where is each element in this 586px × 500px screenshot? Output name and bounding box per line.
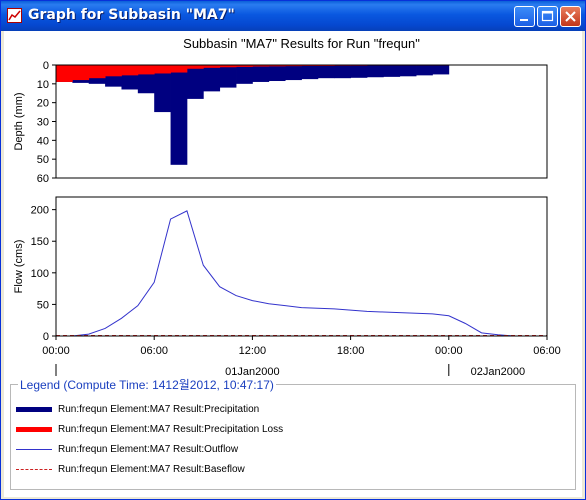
flow-panel-frame: [55, 196, 548, 337]
precipitation-bar: [236, 65, 253, 84]
title-bar[interactable]: Graph for Subbasin "MA7": [1, 1, 585, 31]
chart-title: Subbasin "MA7" Results for Run "frequn": [183, 36, 420, 51]
depth-tick-label: 40: [37, 135, 49, 147]
depth-tick-label: 60: [37, 173, 49, 185]
precipitation-bar: [317, 65, 335, 79]
flow-tick-label: 0: [43, 331, 49, 343]
precipitation-bar: [203, 65, 221, 92]
date-label: 02Jan2000: [471, 366, 525, 376]
legend-label: Run:frequn Element:MA7 Result:Outflow: [58, 444, 239, 455]
precipitation-bar: [383, 65, 401, 77]
minimize-icon: [520, 19, 528, 21]
time-tick-label: 00:00: [435, 345, 463, 357]
legend-title: Legend (Compute Time: 1412월2012, 10:47:1…: [18, 376, 276, 393]
precipitation-swatch: [16, 407, 52, 412]
depth-tick-label: 30: [37, 117, 49, 129]
precipitation-bar: [285, 65, 302, 81]
precipitation-loss-bar: [186, 65, 204, 69]
baseflow-swatch: [16, 469, 52, 470]
time-tick-label: 00:00: [42, 345, 70, 357]
app-graph-icon: [7, 8, 22, 23]
date-label: 01Jan2000: [225, 366, 279, 376]
close-icon: [565, 11, 576, 22]
depth-tick-label: 0: [43, 60, 49, 72]
precipitation-loss-bar: [72, 65, 90, 81]
minimize-button[interactable]: [514, 6, 535, 27]
depth-tick-label: 10: [37, 79, 49, 91]
precipitation-bar: [416, 65, 433, 76]
time-tick-label: 06:00: [533, 345, 561, 357]
time-tick-label: 12:00: [239, 345, 267, 357]
precipitation-bar: [186, 65, 204, 99]
flow-tick-label: 100: [31, 268, 49, 280]
precipitation-loss-bar: [154, 65, 171, 74]
precipitation-bar: [301, 65, 319, 80]
precipitation-bar: [170, 65, 188, 165]
chart-area: Subbasin "MA7" Results for Run "frequn" 0…: [4, 31, 582, 497]
precipitation-loss-bar: [121, 65, 139, 76]
flow-tick-label: 200: [31, 205, 49, 217]
precipitation-loss-bar: [170, 65, 188, 73]
precipitation-bar: [399, 65, 417, 77]
depth-tick-label: 20: [37, 98, 49, 110]
precipitation-loss-bar: [56, 65, 73, 82]
precipitation-bar: [268, 65, 286, 82]
maximize-icon: [541, 10, 554, 22]
graph-window: Graph for Subbasin "MA7" Subbasin "MA7" …: [0, 0, 586, 500]
legend-label: Run:frequn Element:MA7 Result:Baseflow: [58, 464, 245, 475]
precipitation-bar: [432, 65, 450, 75]
precipitation-loss-swatch: [16, 427, 52, 432]
results-chart: Subbasin "MA7" Results for Run "frequn" 0…: [13, 36, 561, 376]
depth-tick-label: 50: [37, 154, 49, 166]
precipitation-bar: [252, 65, 270, 82]
precipitation-bar: [350, 65, 368, 78]
flow-tick-label: 150: [31, 236, 49, 248]
outflow-line: [56, 210, 547, 337]
precipitation-bar: [334, 65, 351, 79]
flow-axis-label: Flow (cms): [13, 240, 25, 294]
precipitation-loss-bar: [137, 65, 155, 75]
close-button[interactable]: [560, 6, 581, 27]
precipitation-loss-bar: [105, 65, 122, 77]
depth-axis-label: Depth (mm): [13, 92, 25, 150]
legend-label: Run:frequn Element:MA7 Result:Precipitat…: [58, 404, 260, 415]
outflow-swatch: [16, 449, 52, 450]
time-tick-label: 18:00: [337, 345, 365, 357]
precipitation-loss-bar: [88, 65, 106, 79]
precipitation-bar: [366, 65, 384, 78]
flow-tick-label: 50: [37, 299, 49, 311]
time-tick-label: 06:00: [140, 345, 168, 357]
window-title: Graph for Subbasin "MA7": [28, 7, 235, 23]
precipitation-bar: [219, 65, 237, 88]
legend-label: Run:frequn Element:MA7 Result:Precipitat…: [58, 424, 284, 435]
maximize-button[interactable]: [537, 6, 558, 27]
